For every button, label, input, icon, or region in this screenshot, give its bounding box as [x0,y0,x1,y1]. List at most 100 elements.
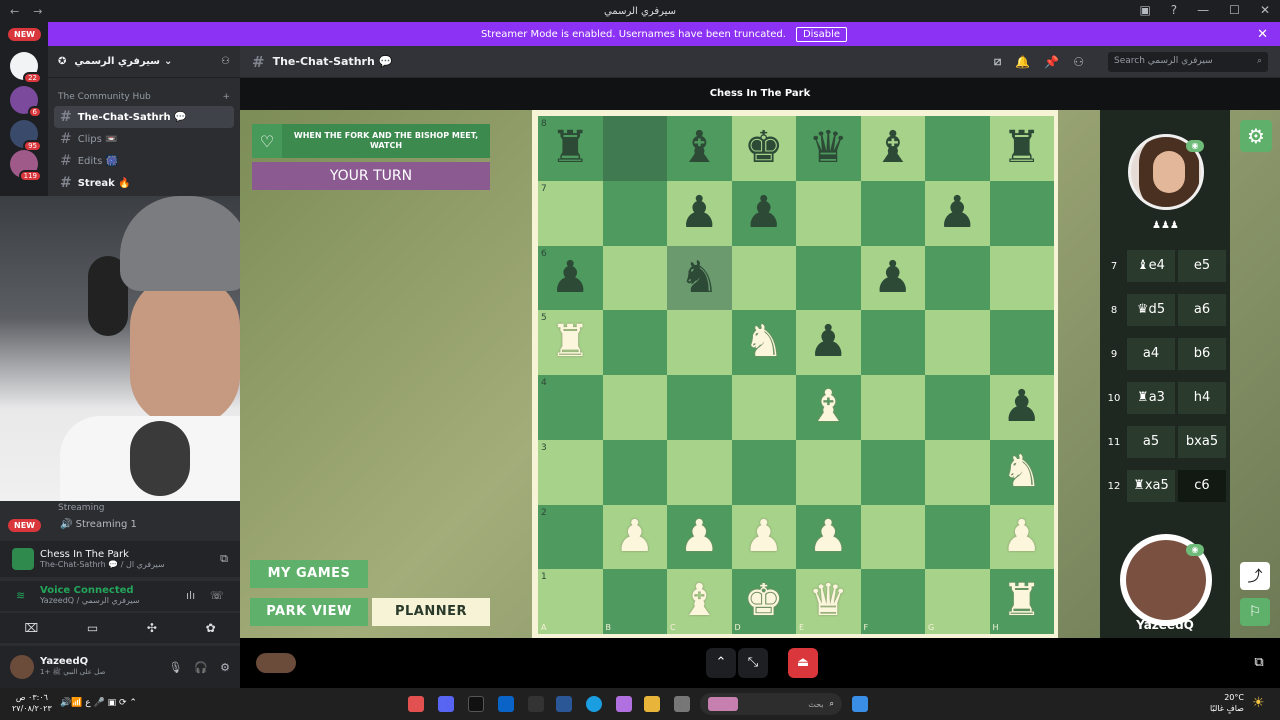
start-icon[interactable] [852,696,868,712]
move-white[interactable]: a4 [1127,338,1175,370]
move-black[interactable]: c6 [1178,470,1226,502]
board-square[interactable] [602,116,667,181]
board-square[interactable] [925,439,990,505]
black-piece-icon[interactable]: ♛ [796,116,861,180]
white-piece-icon[interactable]: ♜ [990,569,1055,633]
camera-off-icon[interactable]: ⌧ [24,621,38,635]
board-square[interactable] [925,245,990,311]
board-square[interactable] [602,245,667,311]
white-piece-icon[interactable]: ♟ [603,505,668,569]
white-piece-icon[interactable]: ♝ [667,569,732,633]
park-view-button[interactable]: PARK VIEW [250,598,368,626]
move-white[interactable]: ♛d5 [1127,294,1175,326]
white-piece-icon[interactable]: ♜ [538,310,603,374]
white-piece-icon[interactable]: ♝ [796,375,861,439]
board-square[interactable] [989,310,1054,375]
popout-icon[interactable]: ⧉ [1244,648,1274,678]
weather-widget[interactable]: 20°C صافٍ غالبًا [1210,692,1244,714]
threads-icon[interactable]: ⧄ [994,54,1002,69]
board-square[interactable] [538,180,603,246]
outlook-icon[interactable] [498,696,514,712]
board-square[interactable] [731,245,796,311]
board-square[interactable] [925,569,990,634]
avatar[interactable] [10,655,34,679]
help-icon[interactable]: ? [1171,3,1177,17]
resign-flag-icon[interactable]: ⚐ [1240,598,1270,626]
board-square[interactable] [925,310,990,375]
black-piece-icon[interactable]: ♜ [990,116,1055,180]
activity-panel[interactable]: Chess In The Park The-Chat-Sathrh 💬 / سي… [0,541,240,577]
move-black[interactable]: b6 [1178,338,1226,370]
headset-icon[interactable]: 🎧 [194,661,208,674]
board-square[interactable] [667,439,732,505]
board-square[interactable] [538,375,603,440]
black-piece-icon[interactable]: ♝ [861,116,926,180]
board-square[interactable] [925,375,990,440]
move-white[interactable]: a5 [1127,426,1175,458]
app-icon[interactable] [674,696,690,712]
black-piece-icon[interactable]: ♟ [990,375,1055,439]
minimize-button[interactable]: — [1197,3,1209,17]
black-piece-icon[interactable]: ♟ [667,181,732,245]
search-input[interactable]: Search سيرفري الرسمي ⌕ [1108,51,1268,72]
black-piece-icon[interactable]: ♝ [667,116,732,180]
white-piece-icon[interactable]: ♚ [732,569,797,633]
board-square[interactable] [860,504,925,570]
heart-icon[interactable]: ♡ [252,124,282,158]
board-square[interactable] [667,310,732,375]
bell-icon[interactable]: 🔔 [1015,55,1030,69]
board-square[interactable] [538,569,603,634]
soundboard-button-icon[interactable]: ✿ [206,621,216,635]
white-piece-icon[interactable]: ♛ [796,569,861,633]
board-square[interactable] [602,375,667,440]
guild-icon[interactable]: 6 [10,86,42,118]
move-white[interactable]: ♜xa5 [1127,470,1175,502]
black-piece-icon[interactable]: ♟ [796,310,861,374]
board-square[interactable] [860,375,925,440]
black-piece-icon[interactable]: ♟ [861,246,926,310]
channel-category[interactable]: The Community Hub + [48,78,240,106]
activities-icon[interactable]: ✣ [147,621,157,635]
discord-icon[interactable] [438,696,454,712]
move-black[interactable]: h4 [1178,382,1226,414]
screen-share-icon[interactable]: ▭ [87,621,98,635]
board-square[interactable] [925,504,990,570]
board-square[interactable] [860,439,925,505]
channel-item[interactable]: # The-Chat-Sathrh 💬 [54,106,234,128]
server-header[interactable]: ✪ سيرفري الرسمي ⌄ ⚇ [48,46,240,78]
board-square[interactable] [796,439,861,505]
disable-button[interactable]: Disable [795,26,848,42]
board-square[interactable] [602,310,667,375]
gift-icon[interactable] [528,696,544,712]
planner-button[interactable]: PLANNER [372,598,490,626]
board-square[interactable] [796,180,861,246]
white-piece-icon[interactable]: ♟ [667,505,732,569]
board-square[interactable] [667,375,732,440]
eye-icon[interactable]: ◉ [1186,140,1204,152]
disconnect-icon[interactable]: ☏ [210,589,224,602]
voice-channel-streaming[interactable]: 🔊 Streaming 1 [60,519,137,530]
taskbar-clock[interactable]: ٠٣:٠٦ ص ٢٧/٠٨/٢٠٢٣ [12,692,52,714]
members-icon[interactable]: ⚇ [1073,55,1084,69]
board-square[interactable] [602,569,667,634]
folder-icon[interactable] [644,696,660,712]
share-icon[interactable]: ⤴ [1240,562,1270,590]
streaming-category[interactable]: Streaming [0,501,240,515]
pin-icon[interactable]: 📌 [1044,55,1059,69]
channel-item[interactable]: # Clips 📼 [54,128,234,150]
mic-icon[interactable]: 🎙 [168,661,182,674]
close-button[interactable]: ✕ [1260,3,1270,17]
board-square[interactable] [989,180,1054,246]
guild-icon[interactable]: 119 [10,150,42,182]
black-piece-icon[interactable]: ♚ [732,116,797,180]
black-piece-icon[interactable]: ♞ [667,246,732,310]
white-piece-icon[interactable]: ♞ [990,440,1055,504]
move-black[interactable]: a6 [1178,294,1226,326]
collapse-icon[interactable]: ⤡ [738,648,768,678]
soundboard-icon[interactable]: ılı [186,589,195,602]
board-square[interactable] [538,439,603,505]
board-square[interactable] [989,245,1054,311]
black-piece-icon[interactable]: ♟ [732,181,797,245]
board-square[interactable] [538,504,603,570]
my-games-button[interactable]: MY GAMES [250,560,368,588]
